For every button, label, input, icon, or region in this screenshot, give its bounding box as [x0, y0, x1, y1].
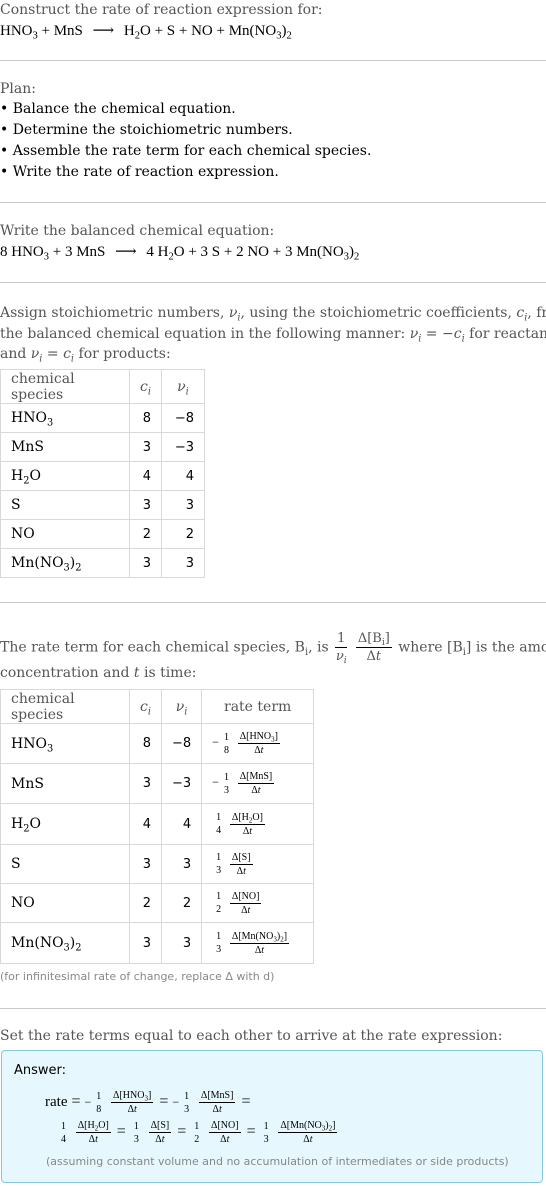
reaction-equation: HNO3 + MnS ⟶ H2O + S + NO + Mn(NO3)2	[0, 23, 292, 42]
reaction-arrow: ⟶	[92, 23, 115, 39]
rate-expression-line-1: rate = −1 8 Δ[HNO3] Δt = −1 3 Δ[MnS] Δt =	[45, 1090, 251, 1115]
rate-term: 14 Δ[H2O] Δt	[201, 803, 315, 845]
infinitesimal-note: (for infinitesimal rate of change, repla…	[0, 970, 275, 983]
rate-word: rate	[45, 1093, 68, 1110]
reaction-arrow: ⟶	[115, 244, 137, 260]
fraction: 1 νi	[335, 631, 348, 667]
table-row: Mn(NO3)2 3 3	[0, 548, 205, 578]
header-c: ci	[129, 689, 162, 724]
rateterm-text: concentration and t is time:	[0, 665, 197, 681]
table-row: MnS 3 −3	[0, 432, 205, 462]
plan-item: • Write the rate of reaction expression.	[0, 164, 279, 180]
divider	[0, 602, 546, 603]
balanced-equation: 8 HNO3 + 3 MnS ⟶ 4 H2O + 3 S + 2 NO + 3 …	[0, 244, 360, 263]
divider	[0, 1008, 546, 1009]
stoich-text: Assign stoichiometric numbers, νi, using…	[0, 305, 546, 324]
final-heading: Set the rate terms equal to each other t…	[0, 1028, 503, 1044]
table-row: MnS 3 −3 −1 3 Δ[MnS] Δt	[0, 763, 315, 804]
table-row: NO 2 2	[0, 519, 205, 549]
balanced-heading: Write the balanced chemical equation:	[0, 223, 275, 239]
header-species: chemical species	[0, 689, 130, 724]
rate-expression-line-2: 14 Δ[H2O] Δt = 1 3 Δ[S] Δt = 1 2 Δ[NO] Δt = 1 3 Δ[Mn…	[61, 1120, 338, 1145]
rate-term: 13 Δ[S] Δt	[201, 844, 315, 884]
assumption-note: (assuming constant volume and no accumul…	[46, 1155, 509, 1168]
intro-heading: Construct the rate of reaction expressio…	[0, 2, 323, 18]
rate-term: −1 3 Δ[MnS] Δt	[201, 763, 315, 804]
table-row: HNO3 8 −8	[0, 403, 205, 433]
divider	[0, 282, 546, 283]
table-row: H2O 4 4	[0, 461, 205, 491]
plan-heading: Plan:	[0, 81, 36, 97]
table-row: Mn(NO3)2 3 3 13 Δ[Mn(NO3)2] Δt	[0, 922, 315, 964]
header-v: νi	[160, 689, 203, 724]
rate-term: −1 8 Δ[HNO3] Δt	[201, 723, 315, 764]
header-c: ci	[129, 369, 162, 404]
stoich-text: and νi = ci for products:	[0, 346, 171, 365]
table-row: NO 2 2 12 Δ[NO] Δt	[0, 883, 315, 923]
header-v: νi	[160, 369, 205, 404]
stoich-table: chemical species ci νi HNO3 8 −8 MnS 3 −3 H2…	[0, 369, 205, 578]
plan-item: • Determine the stoichiometric numbers.	[0, 122, 293, 138]
rateterm-table: chemical species ci νi rate term HNO3 8 −8…	[0, 689, 315, 964]
answer-label: Answer:	[14, 1063, 67, 1078]
table-row: HNO3 8 −8 −1 8 Δ[HNO3] Δt	[0, 723, 315, 764]
table-row: S33	[0, 490, 205, 520]
divider	[0, 60, 546, 61]
answer-box: Answer: rate = −1 8 Δ[HNO3] Δt = −1 3 Δ[MnS] Δt =…	[1, 1050, 543, 1183]
header-species: chemical species	[0, 369, 130, 404]
plan-item: • Balance the chemical equation.	[0, 101, 236, 117]
table-row: S33 13 Δ[S] Δt	[0, 844, 315, 884]
rate-term: 12 Δ[NO] Δt	[201, 883, 315, 923]
table-row: H2O 4 4 14 Δ[H2O] Δt	[0, 803, 315, 845]
divider	[0, 202, 546, 203]
rateterm-text: The rate term for each chemical species,…	[0, 631, 546, 667]
fraction: Δ[Bi] Δt	[355, 631, 392, 664]
plan-item: • Assemble the rate term for each chemic…	[0, 143, 372, 159]
header-rate-term: rate term	[201, 689, 315, 724]
rate-term: 13 Δ[Mn(NO3)2] Δt	[201, 922, 315, 964]
stoich-text: the balanced chemical equation in the fo…	[0, 326, 546, 345]
